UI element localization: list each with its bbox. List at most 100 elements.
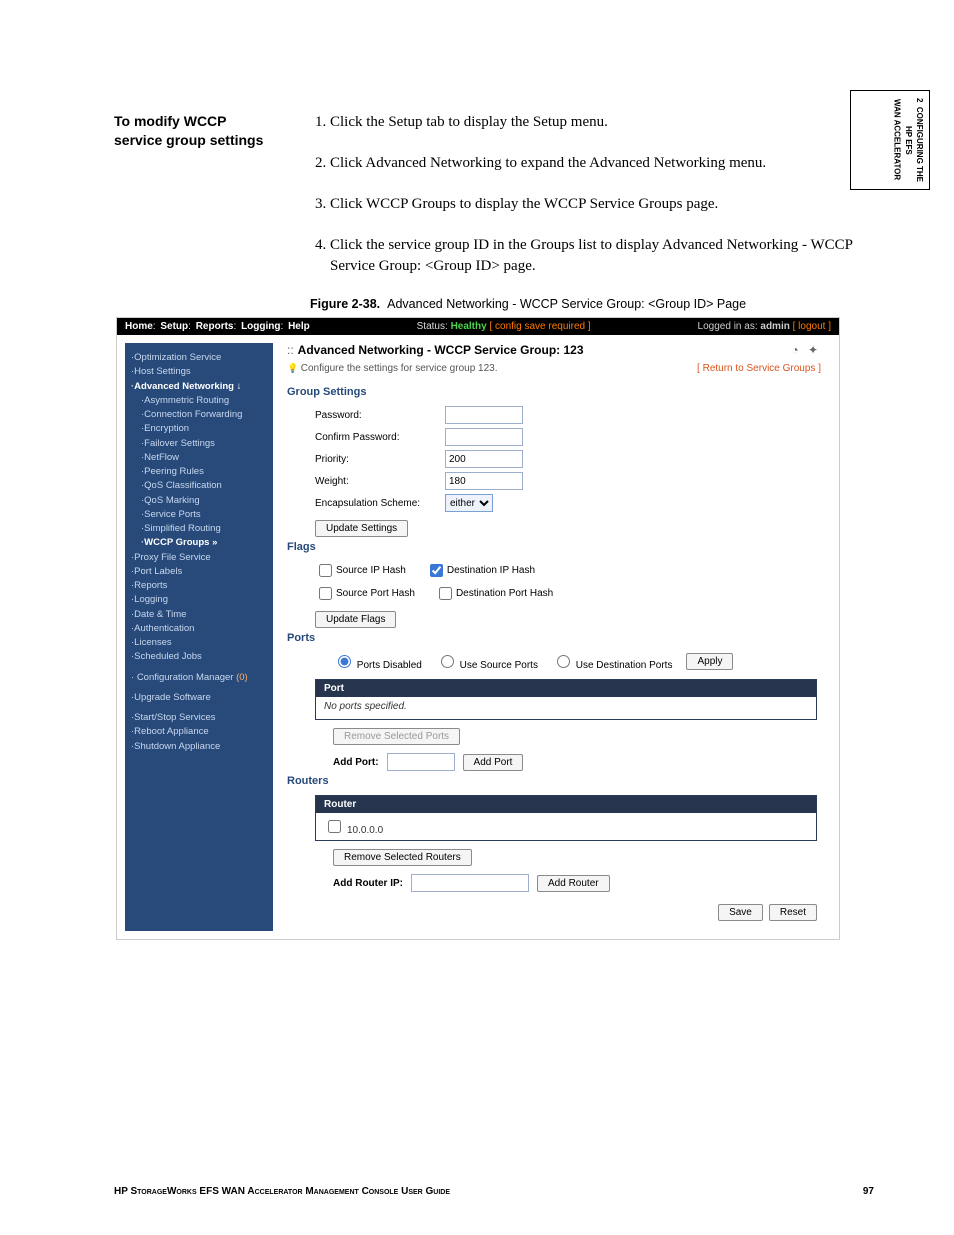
nav-reports[interactable]: Reports: [196, 321, 234, 332]
src-ip-hash-checkbox[interactable]: [319, 564, 332, 577]
nav-logging[interactable]: Logging: [241, 321, 280, 332]
login-info: Logged in as: admin [ logout ]: [698, 321, 831, 332]
encap-select[interactable]: either: [445, 494, 493, 512]
nav-home[interactable]: Home: [125, 321, 153, 332]
hint-text: Configure the settings for service group…: [287, 363, 498, 374]
remove-routers-button[interactable]: Remove Selected Routers: [333, 849, 472, 866]
step-2: Click Advanced Networking to expand the …: [330, 153, 884, 174]
step-4: Click the service group ID in the Groups…: [330, 235, 884, 277]
use-source-ports-radio[interactable]: [441, 655, 454, 668]
confirm-password-input[interactable]: [445, 428, 523, 446]
add-port-label: Add Port:: [333, 757, 379, 768]
app-screenshot: Home: Setup: Reports: Logging: Help Stat…: [116, 317, 840, 940]
step-3: Click WCCP Groups to display the WCCP Se…: [330, 194, 884, 215]
sidebar-item[interactable]: Optimization Service: [131, 351, 267, 365]
procedure-steps: Click the Setup tab to display the Setup…: [310, 112, 884, 277]
add-router-button[interactable]: Add Router: [537, 875, 610, 892]
routers-table-header: Router: [316, 796, 816, 813]
sidebar-item[interactable]: Simplified Routing: [131, 522, 267, 536]
sidebar-item-advanced-networking[interactable]: Advanced Networking ↓: [131, 380, 267, 394]
sidebar-item[interactable]: Licenses: [131, 636, 267, 650]
priority-input[interactable]: [445, 450, 523, 468]
sidebar-item[interactable]: Shutdown Appliance: [131, 740, 267, 754]
update-flags-button[interactable]: Update Flags: [315, 611, 396, 628]
sidebar-item-upgrade[interactable]: Upgrade Software: [131, 691, 267, 705]
chapter-number: 2: [915, 98, 924, 102]
flags-heading: Flags: [287, 541, 821, 553]
sidebar-config-manager[interactable]: Configuration Manager (0): [131, 671, 267, 685]
sidebar-item[interactable]: Host Settings: [131, 365, 267, 379]
group-settings-heading: Group Settings: [287, 386, 821, 398]
sidebar-item[interactable]: Connection Forwarding: [131, 408, 267, 422]
sidebar-item[interactable]: Asymmetric Routing: [131, 394, 267, 408]
chapter-title-1: CONFIGURING THE HP EFS: [904, 107, 924, 182]
add-router-input[interactable]: [411, 874, 529, 892]
nav-setup[interactable]: Setup: [160, 321, 188, 332]
remove-ports-button[interactable]: Remove Selected Ports: [333, 728, 460, 745]
sidebar-item[interactable]: NetFlow: [131, 451, 267, 465]
app-topbar: Home: Setup: Reports: Logging: Help Stat…: [117, 318, 839, 335]
sidebar-item[interactable]: Port Labels: [131, 565, 267, 579]
sidebar: Optimization Service Host Settings Advan…: [125, 343, 273, 931]
weight-label: Weight:: [315, 476, 445, 487]
chapter-tab: 2 CONFIGURING THE HP EFS WAN ACCELERATOR: [850, 90, 930, 190]
apply-ports-button[interactable]: Apply: [686, 653, 733, 670]
sidebar-item[interactable]: Peering Rules: [131, 465, 267, 479]
password-label: Password:: [315, 410, 445, 421]
ports-heading: Ports: [287, 632, 821, 644]
routers-heading: Routers: [287, 775, 821, 787]
return-link[interactable]: [ Return to Service Groups ]: [697, 363, 821, 374]
title-icons[interactable]: ◔ ✦: [791, 343, 821, 357]
ports-disabled-radio[interactable]: [338, 655, 351, 668]
sidebar-item[interactable]: QoS Classification: [131, 479, 267, 493]
top-nav: Home: Setup: Reports: Logging: Help: [125, 321, 310, 332]
ports-table: Port No ports specified.: [315, 679, 817, 720]
sidebar-item[interactable]: Start/Stop Services: [131, 711, 267, 725]
config-save-link[interactable]: [ config save required ]: [489, 321, 590, 332]
confirm-password-label: Confirm Password:: [315, 432, 445, 443]
logout-link[interactable]: [ logout ]: [793, 321, 831, 332]
reset-button[interactable]: Reset: [769, 904, 817, 921]
main-panel: ::Advanced Networking - WCCP Service Gro…: [273, 343, 831, 931]
step-1: Click the Setup tab to display the Setup…: [330, 112, 884, 133]
dst-port-hash-checkbox[interactable]: [439, 587, 452, 600]
sidebar-item[interactable]: Logging: [131, 593, 267, 607]
sidebar-item[interactable]: Encryption: [131, 422, 267, 436]
sidebar-item[interactable]: Reboot Appliance: [131, 725, 267, 739]
password-input[interactable]: [445, 406, 523, 424]
src-port-hash-checkbox[interactable]: [319, 587, 332, 600]
priority-label: Priority:: [315, 454, 445, 465]
weight-input[interactable]: [445, 472, 523, 490]
sidebar-item[interactable]: Date & Time: [131, 608, 267, 622]
sidebar-item[interactable]: Service Ports: [131, 508, 267, 522]
sidebar-item[interactable]: Scheduled Jobs: [131, 650, 267, 664]
add-port-button[interactable]: Add Port: [463, 754, 524, 771]
save-button[interactable]: Save: [718, 904, 763, 921]
encap-label: Encapsulation Scheme:: [315, 498, 445, 509]
nav-help[interactable]: Help: [288, 321, 310, 332]
add-port-input[interactable]: [387, 753, 455, 771]
sidebar-item[interactable]: Reports: [131, 579, 267, 593]
sidebar-item-wccp-groups[interactable]: WCCP Groups »: [131, 536, 267, 550]
figure-caption: Figure 2-38. Advanced Networking - WCCP …: [310, 297, 884, 311]
router-row-checkbox[interactable]: [328, 820, 341, 833]
procedure-heading: To modify WCCP service group settings: [114, 112, 310, 317]
sidebar-item[interactable]: Failover Settings: [131, 437, 267, 451]
sidebar-item[interactable]: Proxy File Service: [131, 551, 267, 565]
update-settings-button[interactable]: Update Settings: [315, 520, 408, 537]
page-footer: HP StorageWorks EFS WAN Accelerator Mana…: [0, 1186, 954, 1197]
ports-table-empty: No ports specified.: [316, 697, 816, 719]
ports-table-header: Port: [316, 680, 816, 697]
chapter-title-2: WAN ACCELERATOR: [893, 99, 902, 180]
sidebar-item[interactable]: QoS Marking: [131, 494, 267, 508]
sidebar-item[interactable]: Authentication: [131, 622, 267, 636]
use-dest-ports-radio[interactable]: [557, 655, 570, 668]
status-value: Healthy: [451, 321, 487, 332]
routers-table: Router 10.0.0.0: [315, 795, 817, 841]
dst-ip-hash-checkbox[interactable]: [430, 564, 443, 577]
page-title: ::Advanced Networking - WCCP Service Gro…: [287, 343, 584, 357]
status-bar: Status: Healthy [ config save required ]: [417, 321, 591, 332]
page-number: 97: [863, 1186, 874, 1197]
routers-table-row[interactable]: 10.0.0.0: [316, 813, 816, 840]
add-router-label: Add Router IP:: [333, 878, 403, 889]
